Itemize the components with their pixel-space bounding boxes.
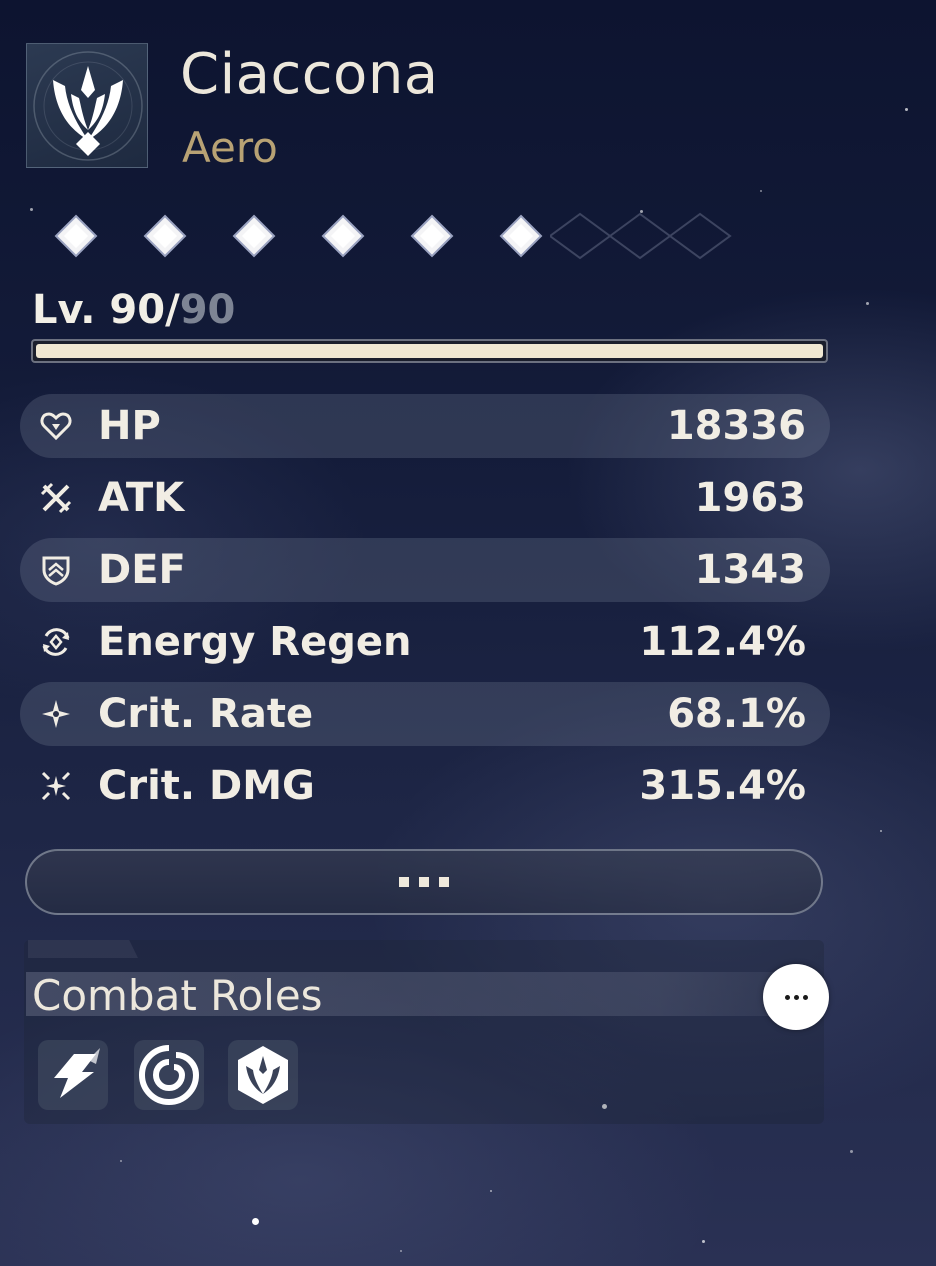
more-stats-button[interactable] [25, 849, 823, 915]
diamond-node-icon[interactable] [321, 214, 365, 258]
sequence-nodes [30, 200, 732, 272]
diamond-node-icon[interactable] [499, 214, 543, 258]
diamond-node-icon[interactable] [54, 214, 98, 258]
stat-row-atk: ATK 1963 [20, 462, 830, 534]
character-element: Aero [182, 123, 278, 172]
stat-row-hp: HP 18336 [20, 394, 830, 458]
stat-row-crit-dmg: Crit. DMG 315.4% [20, 750, 830, 822]
stats-list: HP 18336 ATK 1963 DEF 1343 Energy Regen … [20, 390, 830, 822]
stat-row-crit-rate: Crit. Rate 68.1% [20, 682, 830, 746]
diamond-node-icon[interactable] [143, 214, 187, 258]
lightning-role-icon[interactable] [38, 1040, 108, 1110]
aero-emblem-icon [26, 43, 148, 168]
level-progress-fill [36, 344, 823, 358]
energy-regen-icon [42, 628, 70, 656]
stat-row-energy-regen: Energy Regen 112.4% [20, 606, 830, 678]
shield-icon [42, 556, 70, 586]
stat-name: Crit. Rate [98, 691, 314, 737]
swirl-role-icon[interactable] [134, 1040, 204, 1110]
sequence-decoration [550, 212, 732, 260]
stat-name: DEF [98, 547, 186, 593]
star-icon [42, 700, 70, 728]
more-dots-icon [399, 877, 449, 887]
crest-role-icon[interactable] [228, 1040, 298, 1110]
stat-name: Energy Regen [98, 619, 412, 665]
diamond-node-icon[interactable] [232, 214, 276, 258]
level-progress-bar [31, 339, 828, 363]
level-max: 90 [179, 287, 236, 333]
stat-value: 315.4% [639, 763, 806, 809]
stat-name: Crit. DMG [98, 763, 315, 809]
character-name: Ciaccona [180, 42, 439, 107]
combat-roles-title: Combat Roles [32, 971, 323, 1020]
level-label: Lv. 90/90 [32, 287, 236, 333]
ellipsis-icon[interactable] [763, 964, 829, 1030]
stat-value: 112.4% [639, 619, 806, 665]
stat-value: 1343 [694, 547, 806, 593]
heart-icon [40, 412, 72, 441]
stat-value: 1963 [694, 475, 806, 521]
diamond-node-icon[interactable] [410, 214, 454, 258]
stat-value: 68.1% [667, 691, 806, 737]
stat-name: ATK [98, 475, 185, 521]
burst-star-icon [41, 771, 71, 801]
stat-row-def: DEF 1343 [20, 538, 830, 602]
level-current: 90 [109, 287, 166, 333]
stat-name: HP [98, 403, 161, 449]
combat-roles-tag [28, 940, 138, 958]
stat-value: 18336 [666, 403, 806, 449]
crossed-swords-icon [40, 482, 72, 514]
